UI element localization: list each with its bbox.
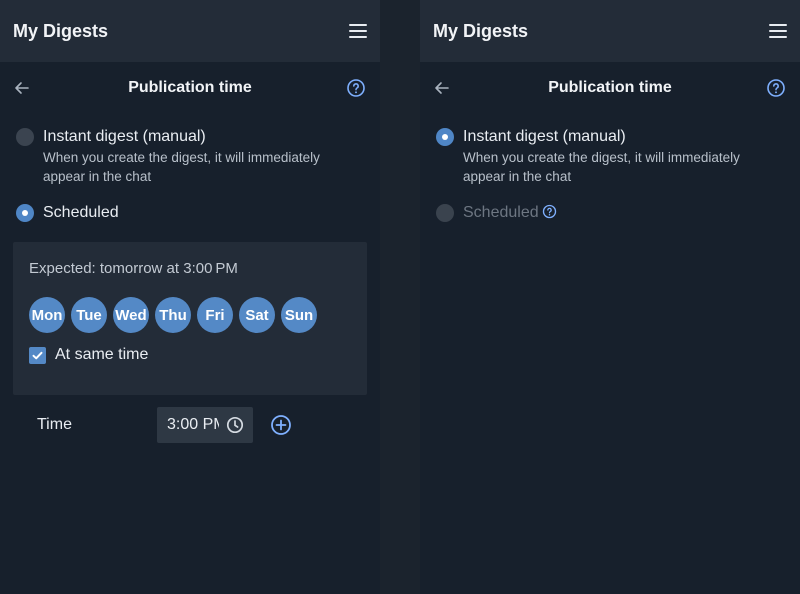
day-button-thu[interactable]: Thu [155, 297, 191, 333]
weekday-selector: Mon Tue Wed Thu Fri Sat Sun [29, 297, 351, 333]
option-label: Scheduled [463, 204, 539, 221]
radio-scheduled[interactable] [16, 204, 34, 222]
page-title: Publication time [128, 79, 252, 96]
schedule-box: Expected: tomorrow at 3:00 PM Mon Tue We… [13, 242, 367, 395]
day-button-tue[interactable]: Tue [71, 297, 107, 333]
page-title: Publication time [548, 79, 672, 96]
app-title: My Digests [13, 20, 109, 41]
clock-icon[interactable] [226, 416, 244, 434]
day-button-mon[interactable]: Mon [29, 297, 65, 333]
same-time-toggle[interactable]: At same time [29, 346, 351, 364]
panel-instant: My Digests Publication time Instant dige… [420, 0, 800, 594]
gutter [380, 0, 420, 594]
help-circle-icon[interactable] [346, 78, 366, 98]
hamburger-menu-icon[interactable] [349, 24, 367, 38]
day-button-sun[interactable]: Sun [281, 297, 317, 333]
radio-instant-digest[interactable] [16, 128, 34, 146]
day-button-wed[interactable]: Wed [113, 297, 149, 333]
day-button-fri[interactable]: Fri [197, 297, 233, 333]
hamburger-menu-icon[interactable] [769, 24, 787, 38]
option-instant-digest[interactable]: Instant digest (manual) When you create … [0, 128, 380, 186]
help-circle-icon[interactable] [766, 78, 786, 98]
radio-instant-digest[interactable] [436, 128, 454, 146]
help-circle-icon[interactable] [542, 204, 557, 219]
time-value: 3:00 PM [167, 416, 219, 433]
app-title: My Digests [433, 20, 529, 41]
app-header: My Digests [0, 0, 380, 62]
option-instant-digest[interactable]: Instant digest (manual) When you create … [420, 128, 800, 186]
option-description: When you create the digest, it will imme… [463, 150, 740, 184]
option-scheduled[interactable]: Scheduled [0, 204, 380, 222]
same-time-label: At same time [55, 346, 149, 363]
option-description: When you create the digest, it will imme… [43, 150, 320, 184]
time-label: Time [37, 416, 72, 433]
day-button-sat[interactable]: Sat [239, 297, 275, 333]
option-scheduled: Scheduled [420, 204, 800, 222]
option-label: Instant digest (manual) [463, 128, 626, 145]
plus-circle-icon[interactable] [270, 414, 292, 436]
same-time-checkbox[interactable] [29, 346, 46, 364]
arrow-left-icon[interactable] [432, 78, 452, 98]
panel-scheduled: My Digests Publication time Instant dige… [0, 0, 380, 594]
expected-time-text: Expected: tomorrow at 3:00 PM [29, 260, 238, 277]
checkmark-icon [32, 351, 43, 359]
arrow-left-icon[interactable] [12, 78, 32, 98]
subheader: Publication time [0, 62, 380, 114]
radio-scheduled [436, 204, 454, 222]
app-header: My Digests [420, 0, 800, 62]
option-label: Scheduled [43, 204, 119, 221]
subheader: Publication time [420, 62, 800, 114]
option-label: Instant digest (manual) [43, 128, 206, 145]
time-input[interactable]: 3:00 PM [157, 407, 253, 443]
time-row: Time 3:00 PM [0, 407, 380, 443]
